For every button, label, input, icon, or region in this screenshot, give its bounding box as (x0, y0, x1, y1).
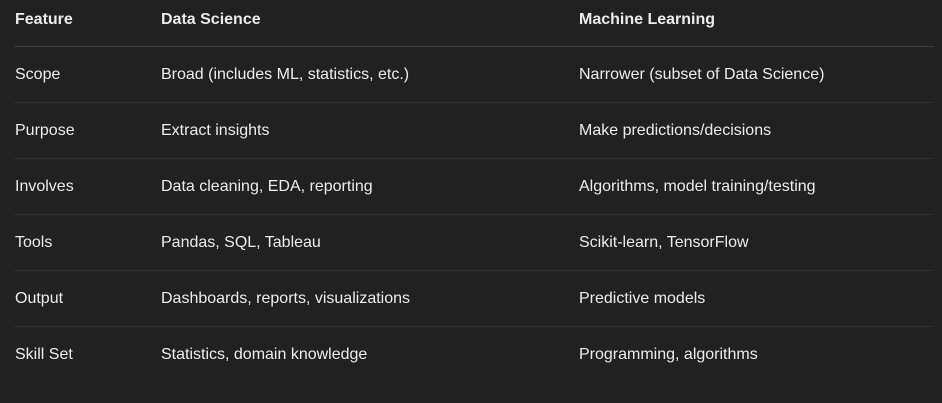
row-feature-cell: Purpose (15, 121, 75, 139)
row-data-science-cell: Data cleaning, EDA, reporting (161, 177, 373, 195)
row-feature-cell: Tools (15, 233, 53, 251)
row-data-science-cell: Dashboards, reports, visualizations (161, 289, 411, 307)
row-machine-learning-cell: Algorithms, model training/testing (579, 177, 816, 195)
row-feature-cell: Involves (15, 177, 74, 195)
header-data-science: Data Science (161, 11, 261, 28)
table-row: Scope Broad (includes ML, statistics, et… (14, 47, 934, 103)
row-data-science-cell: Broad (includes ML, statistics, etc.) (161, 65, 410, 83)
table-row: Tools Pandas, SQL, Tableau Scikit-learn,… (14, 215, 934, 271)
table-row: Purpose Extract insights Make prediction… (14, 103, 934, 159)
header-feature: Feature (15, 11, 73, 28)
row-machine-learning-cell: Narrower (subset of Data Science) (579, 65, 825, 83)
table-row: Skill Set Statistics, domain knowledge P… (14, 327, 934, 383)
row-data-science-cell: Statistics, domain knowledge (161, 346, 368, 363)
row-machine-learning-cell: Scikit-learn, TensorFlow (579, 233, 749, 251)
row-feature-cell: Scope (15, 65, 61, 83)
row-feature-cell: Output (15, 289, 64, 307)
header-machine-learning: Machine Learning (579, 11, 716, 28)
table-row: Output Dashboards, reports, visualizatio… (14, 271, 934, 327)
row-data-science-cell: Pandas, SQL, Tableau (161, 233, 321, 251)
table-header-row: Feature Data Science Machine Learning (14, 0, 934, 47)
row-machine-learning-cell: Predictive models (579, 289, 706, 307)
row-feature-cell: Skill Set (15, 346, 73, 363)
comparison-table: Feature Data Science Machine Learning Sc… (0, 0, 942, 383)
row-machine-learning-cell: Programming, algorithms (579, 346, 758, 363)
row-machine-learning-cell: Make predictions/decisions (579, 121, 772, 139)
table-row: Involves Data cleaning, EDA, reporting A… (14, 159, 934, 215)
row-data-science-cell: Extract insights (161, 121, 270, 139)
